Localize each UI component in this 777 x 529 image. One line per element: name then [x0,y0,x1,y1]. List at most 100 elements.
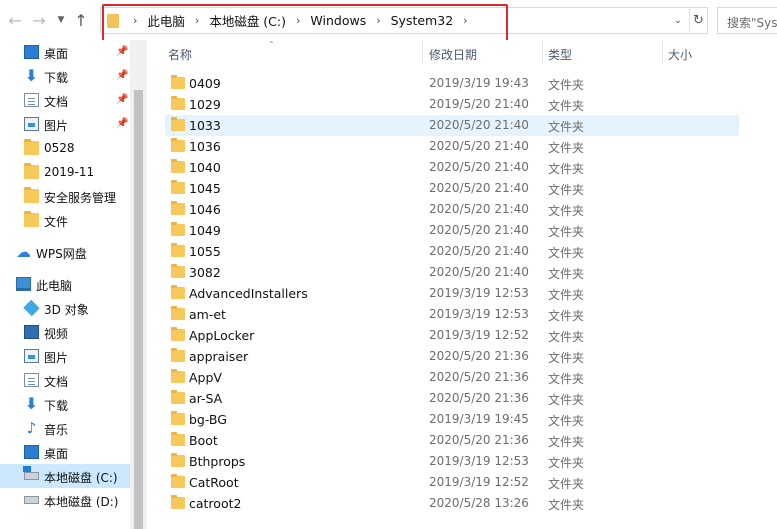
folder-icon [171,369,185,383]
nav-item-local-disk-d[interactable]: 本地磁盘 (D:) [0,488,130,512]
column-header-type[interactable]: 类型 [548,46,572,63]
chevron-right-icon[interactable]: › [133,14,137,27]
chevron-down-icon[interactable]: ⌄ [669,10,687,31]
nav-item-this-pc[interactable]: 此电脑 [0,272,130,296]
nav-item-security-service[interactable]: 安全服务管理 [0,184,130,208]
breadcrumb-this-pc[interactable]: 此电脑 [147,11,185,30]
nav-item-0528[interactable]: 0528 [0,136,130,160]
file-row[interactable]: AdvancedInstallers 2019/3/19 12:53 文件夹 [165,283,739,304]
search-input[interactable]: 搜索"System32" [717,7,777,34]
file-row[interactable]: 1046 2020/5/20 21:40 文件夹 [165,199,739,220]
file-type: 文件夹 [548,393,585,407]
file-row[interactable]: AppV 2020/5/20 21:36 文件夹 [165,367,739,388]
nav-item-downloads-pc[interactable]: ⬇ 下载 [0,392,130,416]
up-arrow-icon[interactable]: ↑ [70,9,92,31]
file-name: 1049 [189,223,221,238]
nav-item-videos[interactable]: 视频 [0,320,130,344]
pin-icon: 📌 [116,118,129,129]
folder-icon [171,390,185,404]
file-date: 2020/5/20 21:40 [429,139,529,153]
file-row[interactable]: 1040 2020/5/20 21:40 文件夹 [165,157,739,178]
folder-icon [171,75,185,89]
nav-item-documents-pc[interactable]: 文档 [0,368,130,392]
back-arrow-icon[interactable]: ← [4,9,26,31]
nav-item-label: 0528 [44,141,75,155]
file-type: 文件夹 [548,225,585,239]
document-icon [24,373,39,387]
forward-arrow-icon[interactable]: → [28,9,50,31]
nav-item-music[interactable]: ♪ 音乐 [0,416,130,440]
nav-item-wps[interactable]: ☁ WPS网盘 [0,240,130,264]
chevron-right-icon[interactable]: › [376,14,380,27]
file-name: 1046 [189,202,221,217]
breadcrumb-windows[interactable]: Windows [310,13,366,28]
breadcrumb-system32[interactable]: System32 [391,13,454,28]
column-header-date[interactable]: 修改日期 [429,46,477,63]
nav-item-files[interactable]: 文件 [0,208,130,232]
download-arrow-icon: ⬇ [24,66,39,85]
nav-item-label: 本地磁盘 (D:) [44,495,119,509]
recent-locations-chevron-icon[interactable]: ▼ [50,9,72,31]
column-headers: ⌃ 名称 修改日期 类型 大小 [148,40,777,66]
nav-item-local-disk-c[interactable]: 本地磁盘 (C:) [0,464,130,488]
nav-item-2019-11[interactable]: 2019-11 [0,160,130,184]
nav-item-pictures-pc[interactable]: 图片 [0,344,130,368]
file-row[interactable]: AppLocker 2019/3/19 12:52 文件夹 [165,325,739,346]
picture-icon [24,349,39,363]
file-row[interactable]: 1029 2019/5/20 21:40 文件夹 [165,94,739,115]
nav-scrollbar[interactable] [130,40,147,529]
file-type: 文件夹 [548,141,585,155]
column-divider[interactable] [542,40,543,64]
breadcrumb: › 此电脑 › 本地磁盘 (C:) › Windows › System32 › [123,8,478,33]
nav-item-3d-objects[interactable]: 3D 对象 [0,296,130,320]
file-date: 2020/5/20 21:36 [429,391,529,405]
column-divider[interactable] [662,40,663,64]
file-row[interactable]: appraiser 2020/5/20 21:36 文件夹 [165,346,739,367]
file-row[interactable]: 1036 2020/5/20 21:40 文件夹 [165,136,739,157]
nav-scrollbar-thumb[interactable] [134,90,143,529]
address-row: ← → ▼ ↑ › 此电脑 › 本地磁盘 (C:) › Windows › Sy… [0,0,777,42]
chevron-right-icon[interactable]: › [296,14,300,27]
file-row[interactable]: 1049 2020/5/20 21:40 文件夹 [165,220,739,241]
file-type: 文件夹 [548,99,585,113]
file-row[interactable]: CatRoot 2019/3/19 12:52 文件夹 [165,472,739,493]
file-row[interactable]: bg-BG 2019/3/19 19:45 文件夹 [165,409,739,430]
file-type: 文件夹 [548,288,585,302]
file-date: 2019/3/19 12:53 [429,307,529,321]
column-divider[interactable] [422,40,423,64]
file-type: 文件夹 [548,330,585,344]
file-type: 文件夹 [548,498,585,512]
folder-icon [171,222,185,236]
folder-icon [171,495,185,509]
download-arrow-icon: ⬇ [24,394,39,413]
file-row[interactable]: 1045 2020/5/20 21:40 文件夹 [165,178,739,199]
nav-item-pictures[interactable]: 图片 📌 [0,112,130,136]
file-row[interactable]: catroot2 2020/5/28 13:26 文件夹 [165,493,739,514]
file-row[interactable]: am-et 2019/3/19 12:53 文件夹 [165,304,739,325]
folder-icon [171,306,185,320]
file-row[interactable]: Bthprops 2019/3/19 12:53 文件夹 [165,451,739,472]
file-row[interactable]: ar-SA 2020/5/20 21:36 文件夹 [165,388,739,409]
file-row[interactable]: 3082 2020/5/20 21:40 文件夹 [165,262,739,283]
breadcrumb-local-disk-c[interactable]: 本地磁盘 (C:) [209,11,286,30]
nav-item-downloads[interactable]: ⬇ 下载 📌 [0,64,130,88]
chevron-right-icon[interactable]: › [195,14,199,27]
nav-item-desktop-pc[interactable]: 桌面 [0,440,130,464]
3d-objects-icon [23,299,40,317]
address-bar[interactable]: › 此电脑 › 本地磁盘 (C:) › Windows › System32 ›… [100,7,708,34]
nav-item-documents[interactable]: 文档 📌 [0,88,130,112]
file-row[interactable]: Boot 2020/5/20 21:36 文件夹 [165,430,739,451]
column-header-size[interactable]: 大小 [668,46,692,63]
folder-icon [171,411,185,425]
file-type: 文件夹 [548,351,585,365]
file-row[interactable]: 1055 2020/5/20 21:40 文件夹 [165,241,739,262]
file-type: 文件夹 [548,267,585,281]
folder-icon [171,285,185,299]
file-row[interactable]: 1033 2020/5/20 21:40 文件夹 [165,115,739,136]
column-header-name[interactable]: 名称 [168,46,192,63]
nav-item-desktop[interactable]: 桌面 📌 [0,40,130,64]
file-name: am-et [189,307,226,322]
chevron-right-icon[interactable]: › [463,14,467,27]
refresh-icon[interactable]: ↻ [689,9,707,32]
file-row[interactable]: 0409 2019/3/19 19:43 文件夹 [165,73,739,94]
